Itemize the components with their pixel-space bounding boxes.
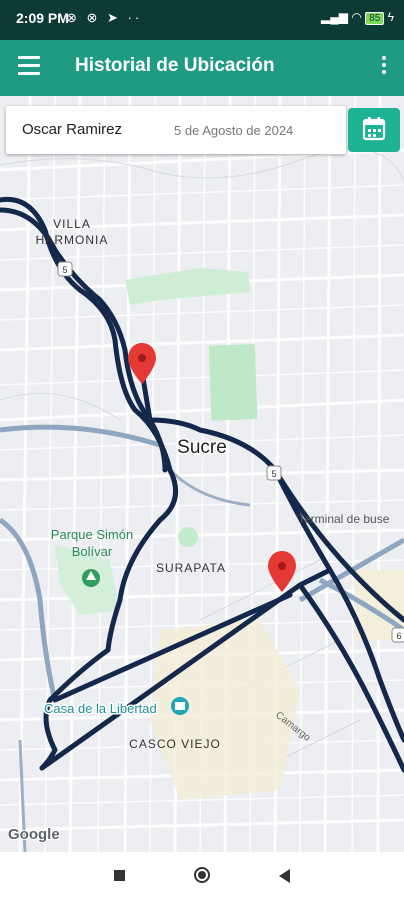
map-label-terminal: Terminal de buse xyxy=(298,512,390,526)
map-label-park-1: Parque Simón xyxy=(51,527,133,542)
app-bar: Historial de Ubicación xyxy=(0,40,404,96)
system-nav-bar xyxy=(0,852,404,900)
map-label-casco: CASCO VIEJO xyxy=(129,737,221,751)
back-button[interactable] xyxy=(279,869,290,883)
map-label-surapata: SURAPATA xyxy=(156,561,226,575)
date-display[interactable]: 5 de Agosto de 2024 xyxy=(174,123,293,138)
route-shield-label: 5 xyxy=(62,265,67,275)
map-label-city: Sucre xyxy=(177,437,227,458)
menu-icon[interactable] xyxy=(18,56,40,78)
battery-level: 85 xyxy=(369,13,381,24)
route-shield-label-3: 6 xyxy=(396,631,401,641)
charging-icon: ϟ xyxy=(387,10,394,24)
map-label-harmonia: HARMONIA xyxy=(36,233,109,247)
notification-icons: ⊗ ⊗ ➤ ·· xyxy=(66,10,143,25)
status-bar: 2:09 PM ⊗ ⊗ ➤ ·· ▂▄▆ ◠ 85 ϟ xyxy=(0,0,404,40)
filter-card: Oscar Ramirez 5 de Agosto de 2024 xyxy=(6,106,346,154)
calendar-button[interactable] xyxy=(348,108,400,152)
map-view[interactable]: 5 5 6 VILLA HARMONIA Sucre Parque Simón … xyxy=(0,96,404,852)
page-title: Historial de Ubicación xyxy=(75,55,275,76)
map-canvas[interactable]: 5 5 6 VILLA HARMONIA Sucre Parque Simón … xyxy=(0,96,404,852)
location-marker-2[interactable] xyxy=(268,551,296,592)
battery-icon: 85 xyxy=(365,12,385,25)
route-shield-label-2: 5 xyxy=(271,469,276,479)
home-button[interactable] xyxy=(194,867,210,883)
signal-icon: ▂▄▆ xyxy=(321,10,348,24)
status-indicators: ▂▄▆ ◠ 85 ϟ xyxy=(321,10,394,25)
more-options-icon[interactable] xyxy=(382,56,388,77)
map-label-villa: VILLA xyxy=(53,217,91,231)
calendar-icon xyxy=(362,117,386,141)
wifi-icon: ◠ xyxy=(351,10,362,24)
status-time: 2:09 PM xyxy=(16,10,69,26)
google-attribution: Google xyxy=(8,826,60,843)
user-selector[interactable]: Oscar Ramirez xyxy=(22,121,122,138)
map-label-park-2: Bolívar xyxy=(72,544,113,559)
recent-apps-button[interactable] xyxy=(114,870,125,881)
map-label-casa: Casa de la Libertad xyxy=(44,701,157,716)
